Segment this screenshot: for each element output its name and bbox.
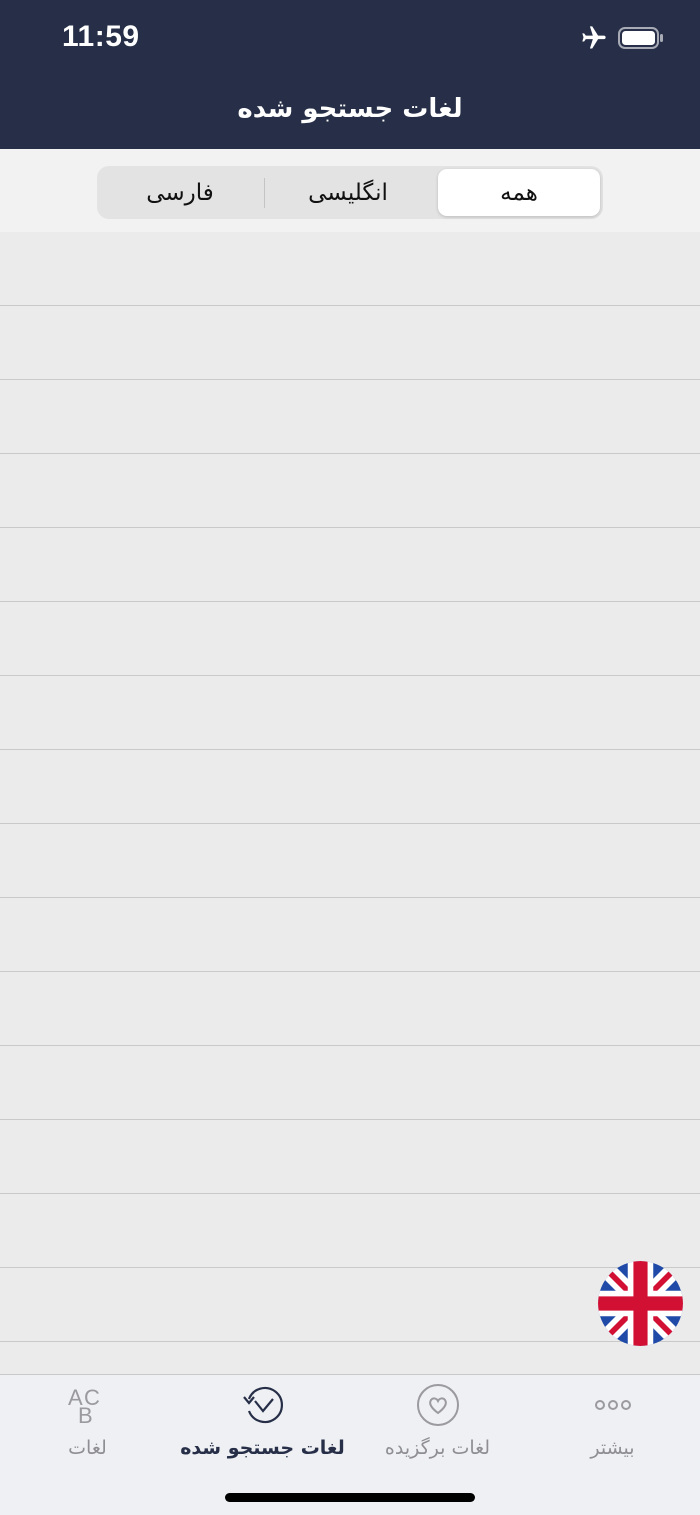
list-row [0,1046,700,1120]
app-screen: 11:59 لغات جستجو شده فارسی انگلیسی همه A… [0,0,700,1515]
svg-text:B: B [78,1403,93,1427]
tab-favorites[interactable]: لغات برگزیده [350,1383,525,1459]
list-row [0,306,700,380]
list-row [0,676,700,750]
history-icon [242,1386,283,1424]
header: 11:59 لغات جستجو شده [0,0,700,149]
list-row [0,824,700,898]
home-indicator[interactable] [225,1493,475,1502]
heart-icon [416,1384,459,1426]
battery-icon [618,26,664,54]
list-row [0,380,700,454]
status-time: 11:59 [62,20,140,53]
more-dots-icon [594,1400,631,1410]
segment-all[interactable]: همه [438,169,600,216]
language-segmented-control: فارسی انگلیسی همه [97,166,603,219]
list-row [0,1194,700,1268]
tab-words[interactable]: A C B لغات [0,1383,175,1459]
filter-bar: فارسی انگلیسی همه [0,149,700,232]
uk-flag-icon [598,1261,683,1346]
tab-words-label: لغات [68,1437,107,1459]
segment-divider [264,178,265,208]
tab-favorites-label: لغات برگزیده [384,1437,491,1459]
list-row [0,1120,700,1194]
list-row [0,898,700,972]
tab-more-label: بیشتر [590,1437,635,1459]
page-title: لغات جستجو شده [237,94,463,124]
list-row [0,528,700,602]
airplane-icon [580,24,608,56]
history-list[interactable] [0,232,700,1374]
list-row [0,454,700,528]
list-row [0,1268,700,1342]
tab-history[interactable]: لغات جستجو شده [175,1383,350,1459]
segment-persian[interactable]: فارسی [99,169,261,216]
list-row [0,232,700,306]
tab-more[interactable]: بیشتر [525,1383,700,1459]
list-row [0,602,700,676]
segment-english[interactable]: انگلیسی [267,169,429,216]
abc-icon: A C B [68,1385,100,1427]
list-row [0,750,700,824]
status-icons [580,24,664,56]
tab-history-label: لغات جستجو شده [180,1437,345,1459]
list-row [0,1342,700,1374]
list-row [0,972,700,1046]
language-switch-button[interactable] [598,1261,683,1346]
